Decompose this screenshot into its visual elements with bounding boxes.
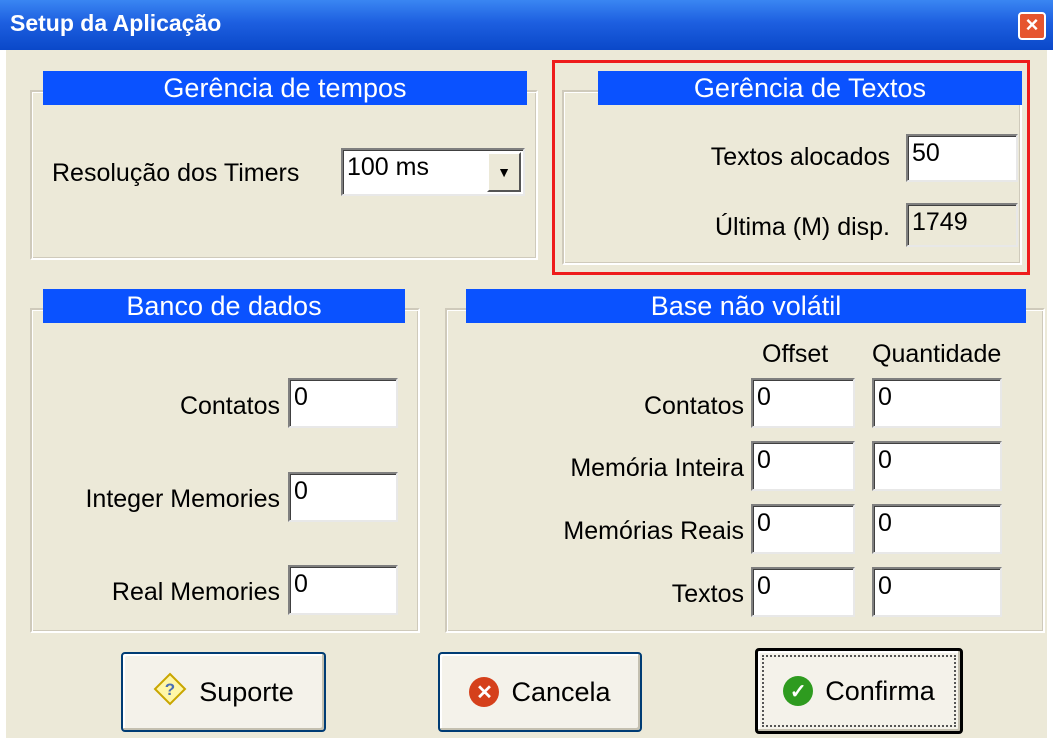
- ultima-field: 1749: [906, 203, 1018, 247]
- base-quantidade-field[interactable]: 0: [872, 441, 1002, 491]
- group-title-base-nao-volatil: Base não volátil: [466, 289, 1026, 323]
- integer-memories-field[interactable]: 0: [288, 472, 398, 522]
- group-title-gerencia-textos: Gerência de Textos: [598, 71, 1022, 105]
- textos-alocados-field[interactable]: 50: [906, 134, 1018, 182]
- confirma-button[interactable]: ✓ Confirma: [755, 648, 963, 734]
- cancela-button[interactable]: ✕ Cancela: [438, 652, 642, 732]
- textos-alocados-label: Textos alocados: [710, 143, 890, 171]
- ultima-label: Última (M) disp.: [714, 213, 890, 241]
- close-icon: ×: [1025, 12, 1039, 37]
- confirm-check-icon: ✓: [783, 676, 814, 706]
- base-row-label: Memória Inteira: [570, 454, 744, 482]
- confirma-label: Confirma: [825, 675, 935, 706]
- dropdown-arrow-icon[interactable]: ▼: [487, 152, 521, 192]
- svg-text:?: ?: [165, 680, 175, 699]
- base-row-label: Memórias Reais: [563, 517, 744, 545]
- close-button[interactable]: ×: [1018, 12, 1046, 40]
- suporte-button[interactable]: ? Suporte: [121, 652, 326, 732]
- column-header-offset: Offset: [762, 340, 829, 368]
- suporte-label: Suporte: [199, 676, 294, 707]
- group-title-banco-dados: Banco de dados: [43, 289, 405, 323]
- base-quantidade-field[interactable]: 0: [872, 378, 1002, 428]
- real-memories-label: Real Memories: [111, 578, 280, 606]
- base-offset-field[interactable]: 0: [751, 504, 855, 554]
- integer-memories-label: Integer Memories: [85, 485, 280, 513]
- base-offset-field[interactable]: 0: [751, 567, 855, 617]
- real-memories-field[interactable]: 0: [288, 565, 398, 615]
- column-header-quantidade: Quantidade: [872, 340, 1002, 368]
- base-row-label: Contatos: [643, 392, 744, 420]
- resolucao-value: 100 ms: [347, 153, 429, 181]
- base-quantidade-field[interactable]: 0: [872, 567, 1002, 617]
- title-bar[interactable]: Setup da Aplicação ×: [0, 0, 1053, 50]
- base-row-label: Textos: [671, 580, 744, 608]
- window-title: Setup da Aplicação: [10, 10, 222, 36]
- banco-contatos-label: Contatos: [179, 392, 280, 420]
- base-offset-field[interactable]: 0: [751, 378, 855, 428]
- group-title-gerencia-tempos: Gerência de tempos: [43, 71, 527, 105]
- cancel-x-icon: ✕: [469, 677, 500, 707]
- resolucao-label: Resolução dos Timers: [52, 159, 300, 187]
- cancela-label: Cancela: [511, 676, 611, 707]
- base-offset-field[interactable]: 0: [751, 441, 855, 491]
- banco-contatos-field[interactable]: 0: [288, 378, 398, 428]
- base-quantidade-field[interactable]: 0: [872, 504, 1002, 554]
- help-diamond-icon: ?: [153, 672, 187, 713]
